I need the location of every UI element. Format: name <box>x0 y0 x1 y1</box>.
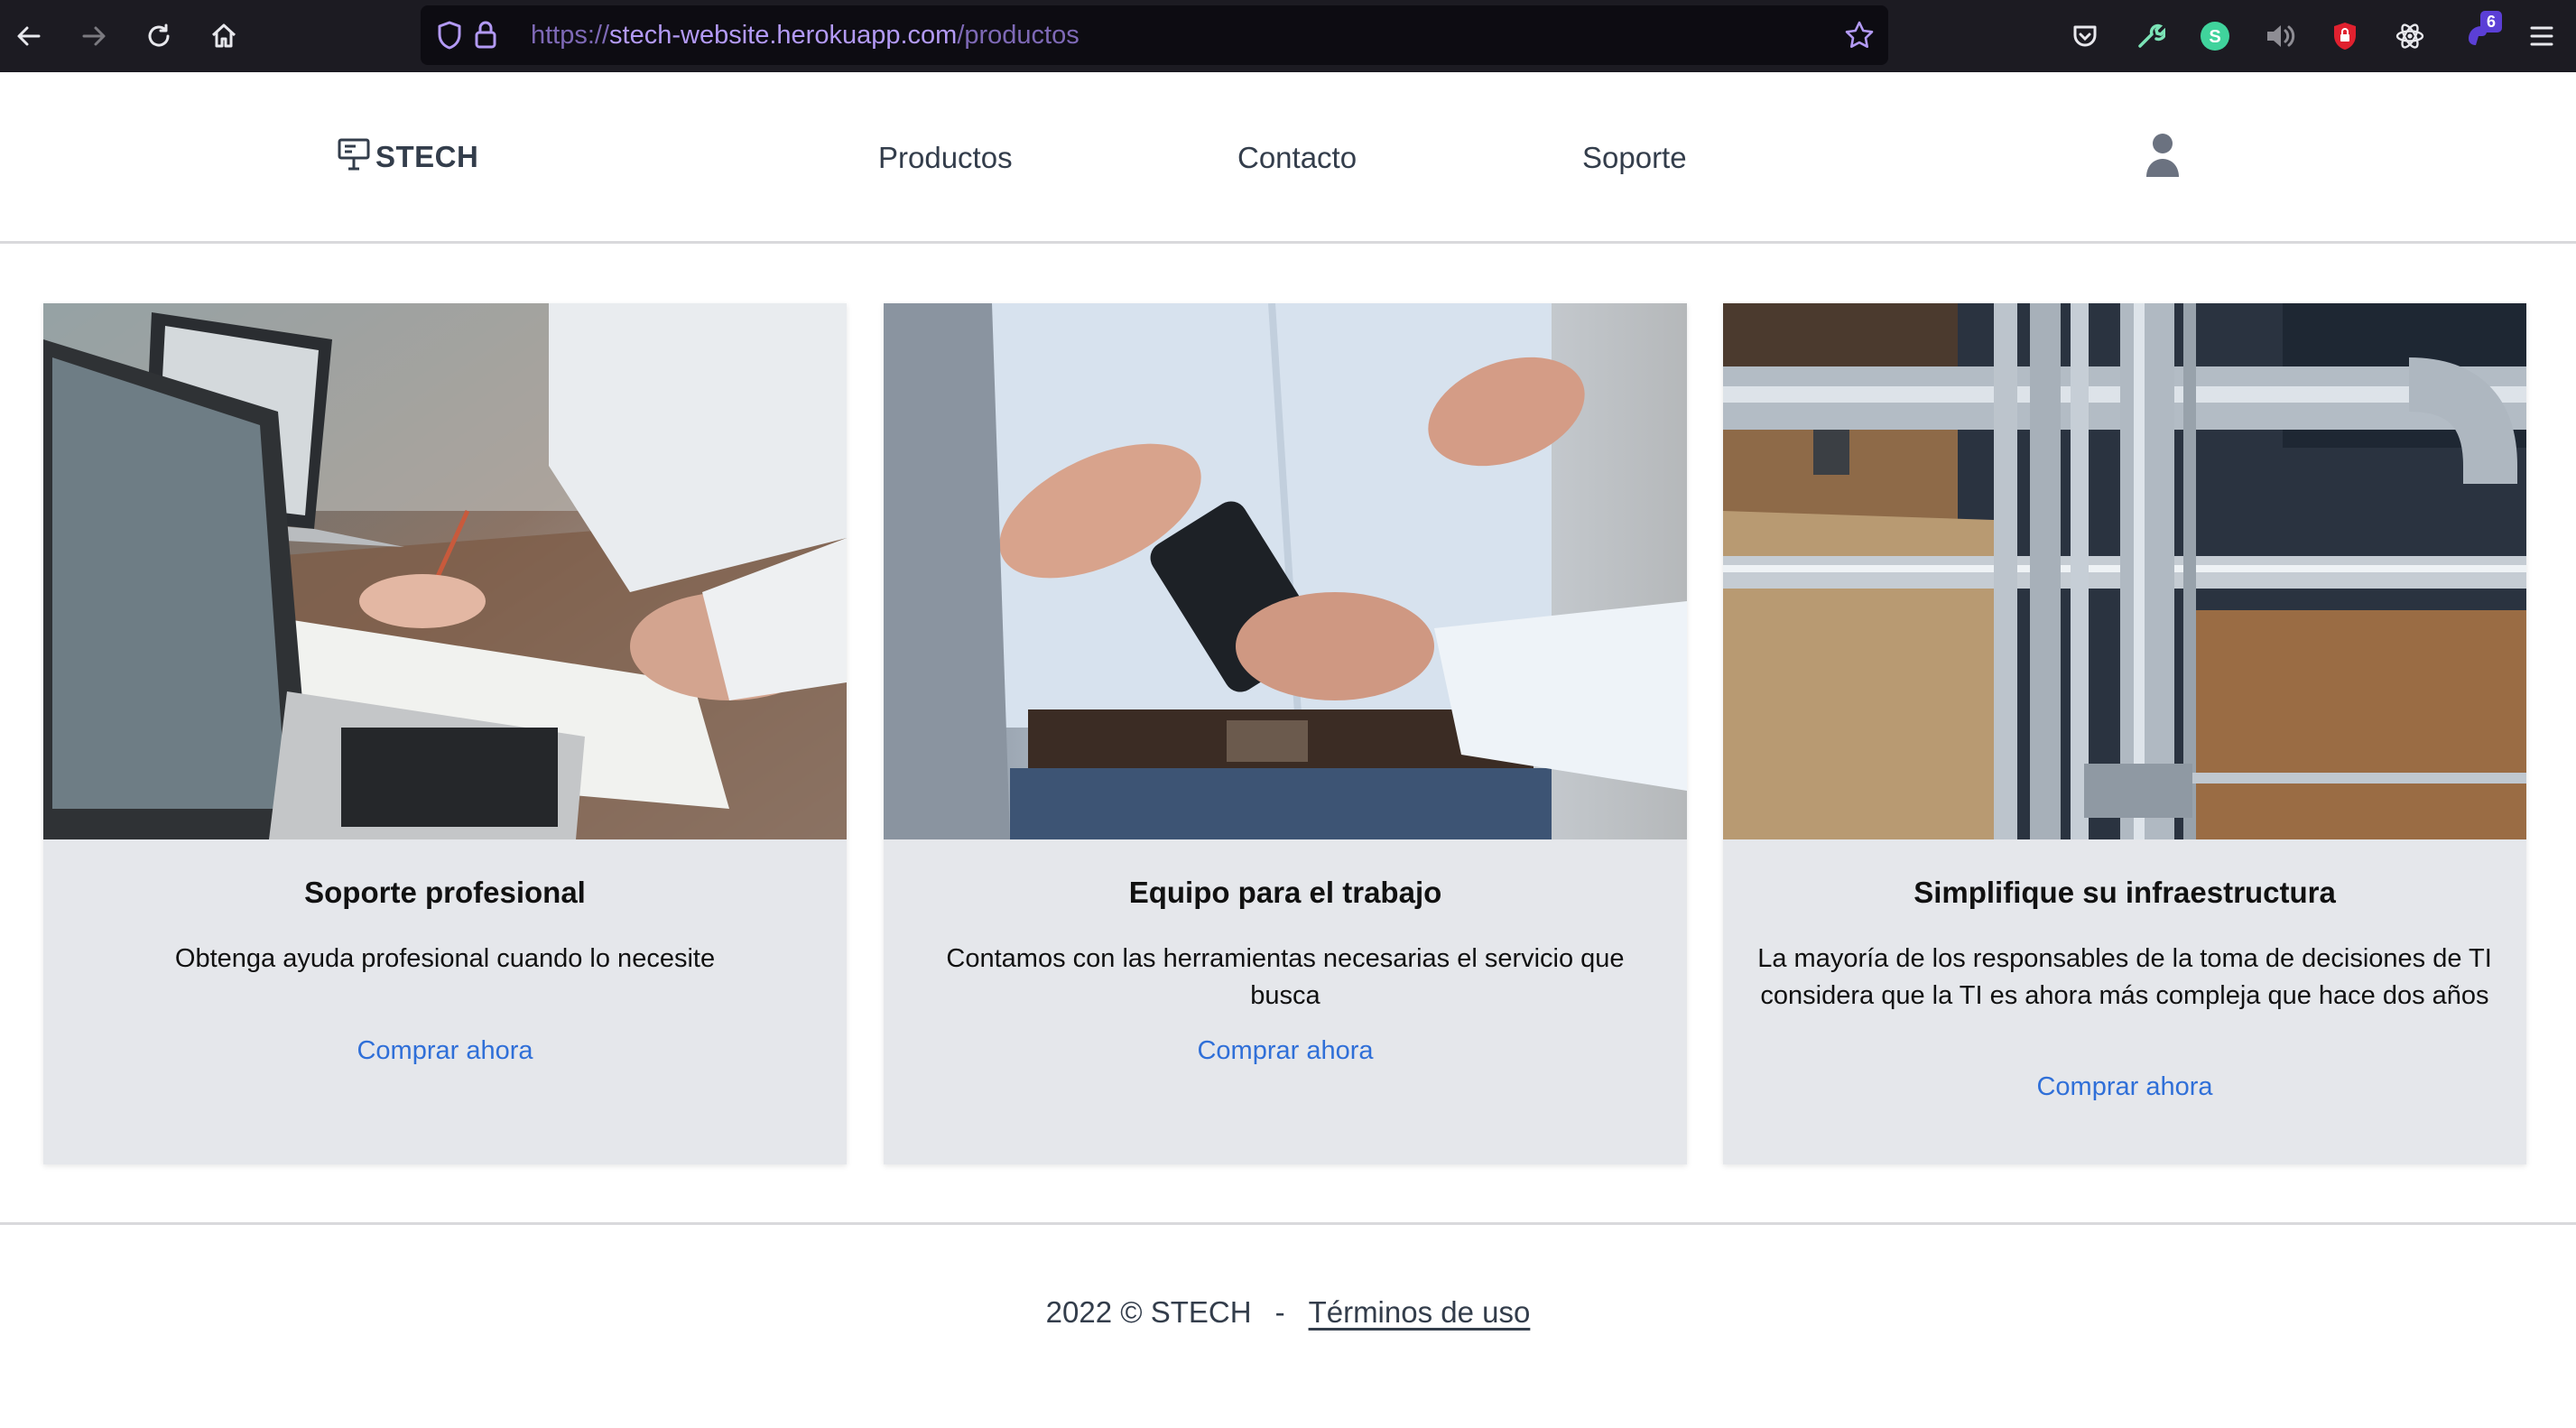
star-icon[interactable] <box>1841 17 1877 53</box>
url-bar[interactable]: https://stech-website.herokuapp.com/prod… <box>421 5 1888 65</box>
buy-now-link[interactable]: Comprar ahora <box>884 1036 1687 1066</box>
url-text[interactable]: https://stech-website.herokuapp.com/prod… <box>531 5 1080 65</box>
speaker-icon[interactable] <box>2260 16 2300 56</box>
terms-link[interactable]: Términos de uso <box>1309 1295 1531 1329</box>
nav-soporte[interactable]: Soporte <box>1582 141 1687 175</box>
menu-icon[interactable] <box>2522 16 2562 56</box>
presentation-logo-icon <box>338 137 370 176</box>
product-card-infraestructura: Simplifique su infraestructura La mayorí… <box>1723 303 2526 1164</box>
product-card-equipo: Equipo para el trabajo Contamos con las … <box>884 303 1687 1164</box>
user-icon[interactable] <box>2145 132 2181 179</box>
nav-contacto[interactable]: Contacto <box>1237 141 1357 175</box>
pocket-icon[interactable] <box>2065 16 2105 56</box>
footer-separator: - <box>1274 1295 1285 1329</box>
card-image-laptops-meeting <box>43 303 847 839</box>
forward-arrow-icon[interactable] <box>76 18 112 54</box>
wrench-icon[interactable] <box>2130 16 2170 56</box>
extension-s-icon[interactable]: S <box>2195 16 2235 56</box>
svg-text:S: S <box>2209 27 2220 47</box>
back-arrow-icon[interactable] <box>11 18 47 54</box>
extension-badge: 6 <box>2480 11 2502 32</box>
card-description: Contamos con las herramientas necesarias… <box>946 944 1625 1010</box>
nav-productos[interactable]: Productos <box>878 141 1013 175</box>
card-description: La mayoría de los responsables de la tom… <box>1757 944 2492 1010</box>
logo[interactable]: STECH <box>338 137 478 176</box>
site-header: STECH Productos Contacto Soporte <box>0 72 2576 244</box>
copyright-text: 2022 © STECH <box>1045 1295 1252 1329</box>
browser-toolbar: https://stech-website.herokuapp.com/prod… <box>0 0 2576 72</box>
buy-now-link[interactable]: Comprar ahora <box>43 1036 847 1066</box>
card-title: Equipo para el trabajo <box>1128 876 1442 909</box>
logo-text: STECH <box>375 139 479 173</box>
lock-icon[interactable] <box>468 17 504 53</box>
reload-icon[interactable] <box>141 18 177 54</box>
react-icon[interactable] <box>2390 16 2430 56</box>
extension-purple-icon[interactable]: 6 <box>2459 11 2502 56</box>
footer-line: 2022 © STECH - Términos de uso <box>0 1295 2576 1330</box>
product-card-soporte: Soporte profesional Obtenga ayuda profes… <box>43 303 847 1164</box>
card-title: Simplifique su infraestructura <box>1913 876 2336 909</box>
card-image-phone-hands <box>884 303 1687 839</box>
card-title: Soporte profesional <box>304 876 586 909</box>
site-footer: 2022 © STECH - Términos de uso <box>0 1222 2576 1428</box>
shield-icon[interactable] <box>431 17 468 53</box>
card-image-pipes <box>1723 303 2526 839</box>
card-description: Obtenga ayuda profesional cuando lo nece… <box>174 944 716 973</box>
shield-lock-icon[interactable] <box>2325 16 2365 56</box>
buy-now-link[interactable]: Comprar ahora <box>1723 1072 2526 1102</box>
home-icon[interactable] <box>206 18 242 54</box>
